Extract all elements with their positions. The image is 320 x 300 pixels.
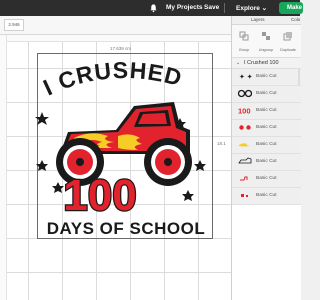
panel-tabs: Layers Colo [232, 16, 301, 25]
layer-label: Basic Cut [256, 74, 277, 79]
number-thumbnail: 100 [238, 107, 251, 116]
ungroup-label: Ungroup [258, 48, 274, 52]
layer-group-header[interactable]: ⌄ I Crushed 100 [232, 58, 301, 69]
scrollbar[interactable] [298, 69, 300, 85]
topbar-divider [224, 3, 225, 13]
bell-icon[interactable] [149, 3, 158, 13]
tab-color-sync[interactable]: Colo [291, 17, 300, 22]
height-dimension-label: 18.1 [217, 141, 226, 146]
tires-thumbnail [238, 89, 252, 98]
design-subtitle-text: DAYS OF SCHOOL [47, 219, 205, 238]
monster-truck-design[interactable]: I CRUSHED 100 DAYS OF SCHOOL [30, 52, 214, 240]
layer-label: Basic Cut [256, 91, 277, 96]
red-parts-thumbnail [241, 194, 248, 197]
right-wheel [144, 138, 192, 186]
outline-thumbnail [238, 157, 252, 164]
layer-row[interactable]: Basic Cut [232, 171, 301, 188]
layer-label: Basic Cut [256, 142, 277, 147]
ungroup-icon [262, 32, 270, 40]
width-dimension-label: 17.639 cm [110, 46, 132, 51]
size-field[interactable]: 2.946 [4, 19, 24, 31]
layer-group-name: I Crushed 100 [244, 60, 279, 66]
layer-label: Basic Cut [256, 125, 277, 130]
flames-thumbnail [239, 143, 250, 147]
layer-label: Basic Cut [256, 176, 277, 181]
layer-row[interactable]: ✦ ✦ Basic Cut [232, 69, 301, 86]
edit-toolbar: 2.946 [0, 16, 231, 35]
duplicate-icon [283, 32, 292, 41]
group-button[interactable]: Group [234, 28, 254, 52]
group-icon [239, 31, 249, 41]
design-title-text: I CRUSHED [39, 57, 185, 101]
svg-text:100: 100 [238, 107, 251, 116]
explore-menu[interactable]: Explore ⌄ [236, 4, 267, 12]
tab-layers[interactable]: Layers [251, 17, 265, 22]
stars-thumbnail: ✦ ✦ [239, 73, 252, 81]
top-ruler [0, 35, 231, 42]
layer-row[interactable]: 100 Basic Cut [232, 103, 301, 120]
layer-label: Basic Cut [256, 108, 277, 113]
duplicate-label: Duplicate [280, 48, 296, 52]
duplicate-button[interactable]: Duplicate [278, 28, 298, 52]
layer-row[interactable]: Basic Cut [232, 154, 301, 171]
layer-row[interactable]: Basic Cut [232, 137, 301, 154]
layer-actions: Group Ungroup Duplicate [232, 25, 301, 58]
layer-row[interactable]: Basic Cut [232, 86, 301, 103]
left-ruler [0, 35, 7, 300]
layer-label: Basic Cut [256, 159, 277, 164]
top-bar: My Projects Save Explore ⌄ Make [0, 0, 303, 16]
layer-row[interactable]: Basic Cut [232, 120, 301, 137]
chevron-down-icon: ⌄ [261, 5, 268, 12]
layer-label: Basic Cut [256, 193, 277, 198]
hubs-thumbnail [239, 125, 251, 130]
design-number-text: 100 [63, 171, 136, 220]
group-label: Group [238, 48, 250, 52]
save-button[interactable]: Save [204, 4, 219, 11]
layers-panel: Layers Colo Group Ungroup Duplicate ⌄ I … [231, 16, 301, 300]
my-projects-link[interactable]: My Projects [166, 4, 203, 11]
ungroup-button[interactable]: Ungroup [256, 28, 276, 52]
chevron-down-icon[interactable]: ⌄ [236, 60, 240, 66]
red-detail-thumbnail [240, 176, 248, 181]
make-button[interactable]: Make [279, 2, 303, 14]
svg-text:✦ ✦: ✦ ✦ [239, 73, 252, 81]
layer-row[interactable]: Basic Cut [232, 188, 301, 205]
